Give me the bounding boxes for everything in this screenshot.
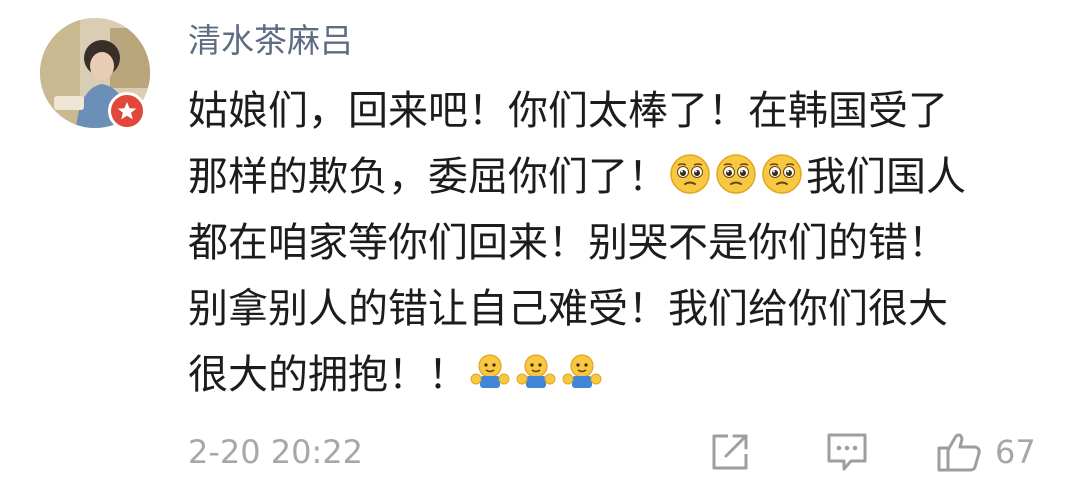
comment-line: 很大的拥抱！！ (188, 342, 1048, 408)
comment-line: 姑娘们，回来吧！你们太棒了！在韩国受了 (188, 88, 948, 134)
like-count: 67 (995, 433, 1036, 471)
hug-icon (516, 354, 556, 388)
share-button[interactable] (708, 428, 752, 476)
share-icon (712, 434, 748, 470)
comment-line-text: 那样的欺负，委屈你们了！ (188, 154, 668, 200)
comment-text: 姑娘们，回来吧！你们太棒了！在韩国受了 那样的欺负，委屈你们了！ 我们国人 都在咱… (188, 78, 1048, 408)
comment-icon (827, 433, 867, 471)
thumbs-up-icon (937, 433, 981, 472)
comment-line: 那样的欺负，委屈你们了！ 我们国人 (188, 144, 1048, 210)
comment-line-text: 很大的拥抱！！ (188, 352, 468, 398)
verified-badge-icon (108, 92, 146, 130)
comment-timestamp: 2-20 20:22 (188, 433, 364, 471)
comment-line: 都在咱家等你们回来！别哭不是你们的错！ (188, 220, 948, 266)
pleading-face-icon (762, 154, 802, 194)
hug-icon (470, 354, 510, 388)
comment-line-text: 我们国人 (806, 154, 966, 200)
like-button[interactable]: 67 (935, 428, 1036, 476)
comment-line: 别拿别人的错让自己难受！我们给你们很大 (188, 286, 948, 332)
hug-icon (562, 354, 602, 388)
pleading-face-icon (670, 154, 710, 194)
reply-button[interactable] (824, 428, 870, 476)
pleading-face-icon (716, 154, 756, 194)
username[interactable]: 清水茶麻吕 (188, 18, 353, 64)
